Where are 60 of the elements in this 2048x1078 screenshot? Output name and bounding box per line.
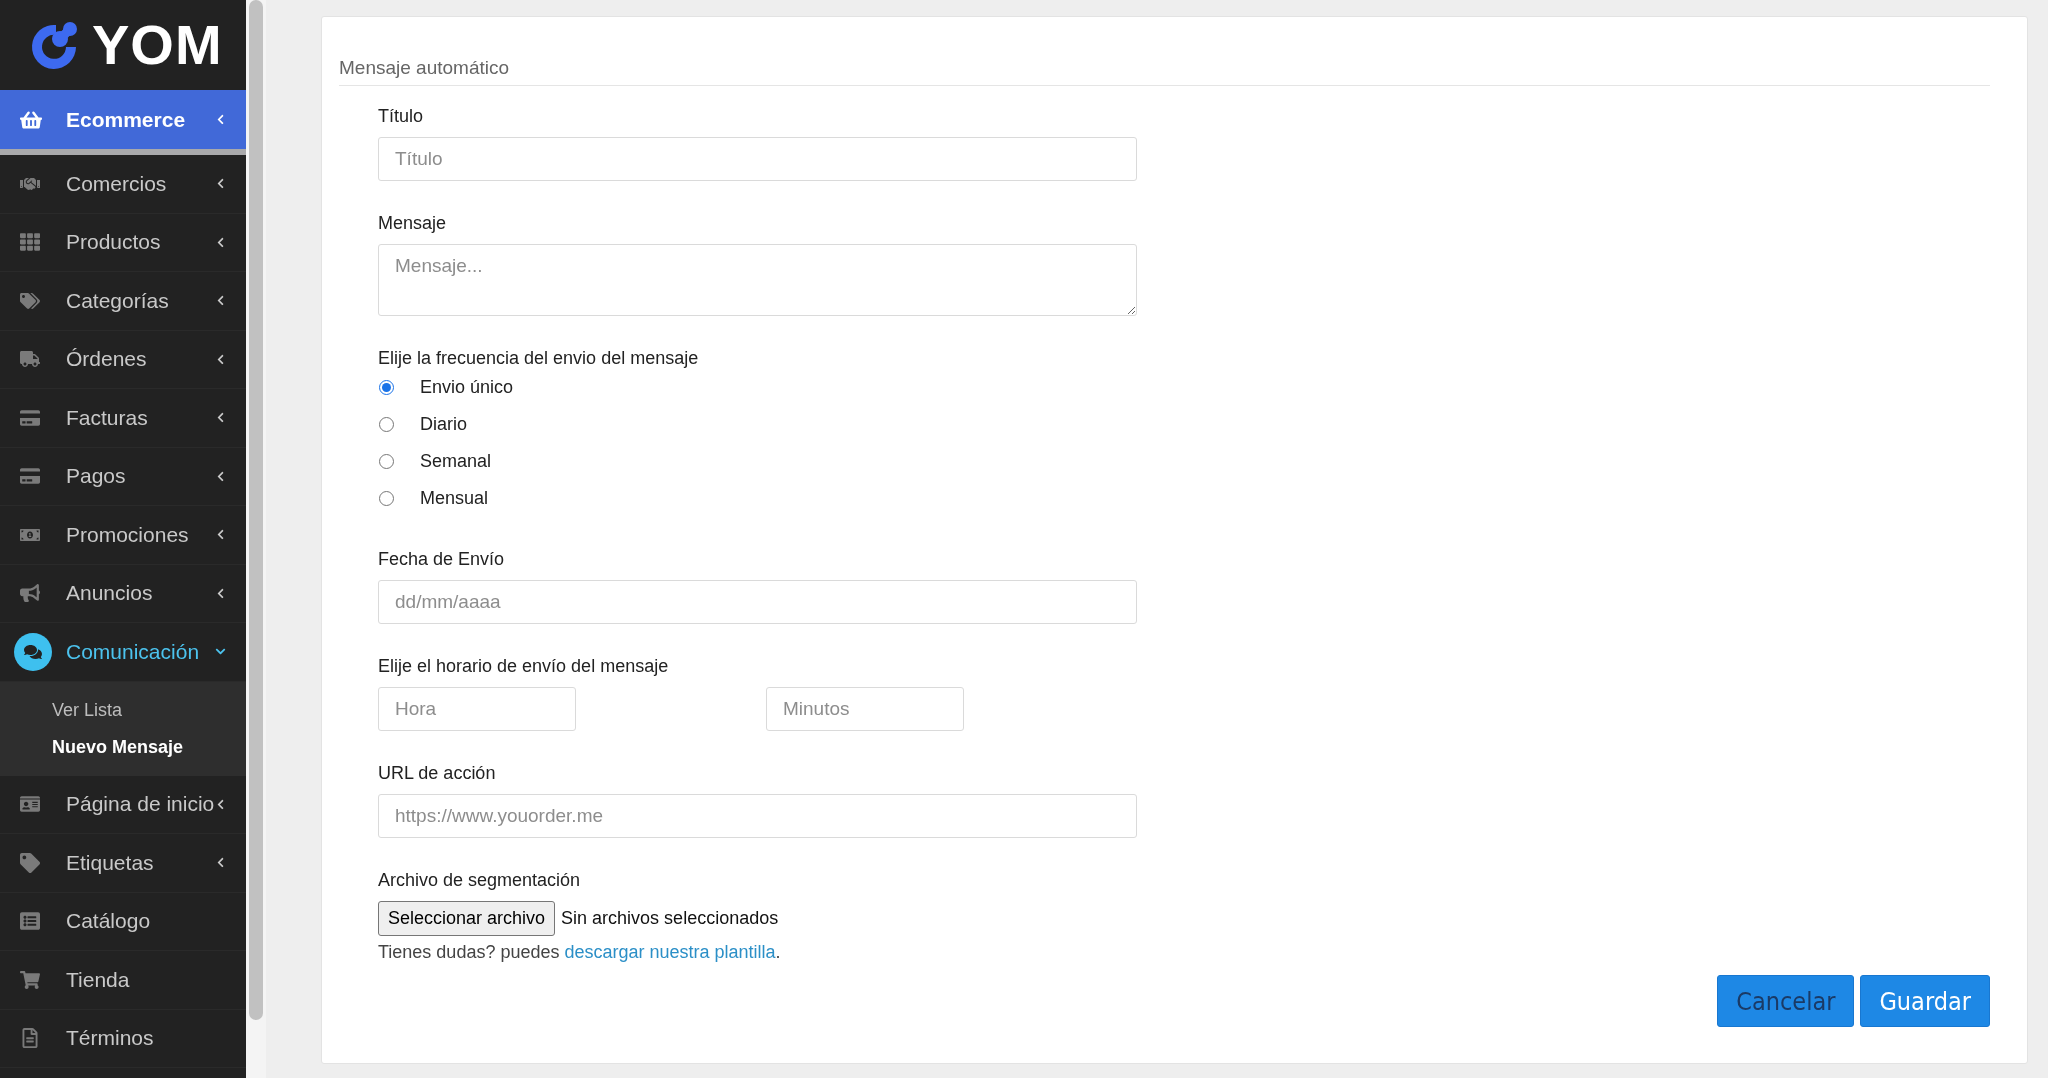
chevron-icon [215,798,226,810]
choose-file-button[interactable]: Seleccionar archivo [378,901,556,936]
text-field[interactable]: Título [378,137,1137,181]
chevron-icon [215,178,226,190]
file-status: Sin archivos seleccionados [561,908,779,929]
chevron-icon [215,529,226,541]
cart-icon [20,969,40,990]
chevron-icon [215,114,226,125]
sidebar-item[interactable]: Productos [0,213,246,272]
radio-label: Mensual [420,488,489,509]
grid-icon [20,232,40,253]
sidebar-item[interactable]: Catálogo [0,892,246,951]
text-field[interactable]: dd/mm/aaaa [378,580,1137,624]
section-title: Mensaje automático [339,57,1990,86]
field-label: Elije la frecuencia del envio del mensaje [378,348,700,369]
time-field[interactable]: Hora [378,687,576,731]
radio-button[interactable] [379,491,394,506]
chevron-icon [215,587,226,599]
list-icon [20,911,40,932]
sidebar-header[interactable]: Ecommerce [0,90,246,155]
text-field[interactable]: https://www.youorder.me [378,794,1137,838]
scrollbar[interactable] [246,0,266,1078]
chevron-icon [215,857,226,869]
megaphone-icon [20,583,40,604]
document-icon [20,1028,40,1049]
radio-button[interactable] [379,454,394,469]
radio-button[interactable] [379,417,394,432]
field-label: Mensaje [378,213,448,234]
truck-icon [20,349,40,370]
card-icon [20,407,40,428]
card-icon [20,466,40,487]
template-link[interactable]: descargar nuestra plantilla [564,942,776,962]
field-label: Archivo de segmentación [378,870,582,891]
chevron-icon [215,236,226,248]
logo-text: YOM [92,17,223,73]
radio-label: Diario [420,414,467,435]
chevron-icon [215,470,226,482]
sidebar-item[interactable]: Etiquetas [0,834,246,893]
field-label: Título [378,106,425,127]
tag-icon [20,852,40,873]
field-label: Elije el horario de envío del mensaje [378,656,670,677]
radio-label: Envio único [420,377,514,398]
basket-icon [20,108,42,131]
chevron-icon [215,353,226,365]
chat-icon [14,632,52,671]
message-field[interactable]: Mensaje... [378,244,1137,316]
sidebar-item[interactable]: Comunicación [0,623,246,682]
id-card-icon [20,794,40,815]
submenu-item[interactable]: Ver Lista [0,691,246,729]
help-text: Tienes dudas? puedes descargar nuestra plantilla. [378,942,782,963]
chevron-icon [215,412,226,424]
radio-label: Semanal [420,451,492,472]
radio-button[interactable] [379,380,394,395]
save-button[interactable]: Guardar [1860,975,1990,1027]
field-label: Fecha de Envío [378,549,506,570]
field-label: URL de acción [378,763,497,784]
chevron-icon [215,295,226,307]
submenu-item[interactable]: Nuevo Mensaje [0,728,246,766]
time-field[interactable]: Minutos [766,687,964,731]
tags-icon [20,290,40,311]
